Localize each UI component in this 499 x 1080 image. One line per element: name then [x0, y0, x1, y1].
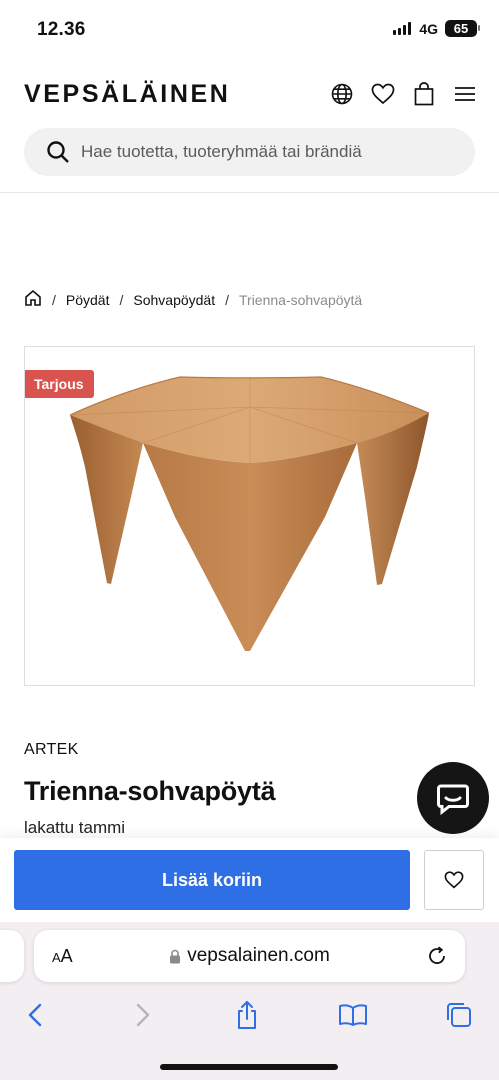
- search-input[interactable]: [81, 142, 441, 162]
- breadcrumb-item-sohvapoydat[interactable]: Sohvapöydät: [133, 292, 215, 308]
- battery-icon: 65: [445, 20, 480, 37]
- menu-icon[interactable]: [453, 82, 477, 106]
- product-variant: lakattu tammi: [24, 818, 126, 837]
- browser-nav-row: [0, 998, 499, 1032]
- forward-icon[interactable]: [126, 998, 160, 1032]
- breadcrumb-separator: /: [119, 291, 124, 308]
- home-icon[interactable]: [24, 289, 42, 310]
- chat-button[interactable]: [417, 762, 489, 834]
- header-icons: [330, 82, 477, 106]
- network-label: 4G: [419, 20, 438, 37]
- product-brand[interactable]: ARTEK: [24, 741, 79, 759]
- breadcrumb-separator: /: [225, 291, 229, 308]
- back-icon[interactable]: [18, 998, 52, 1032]
- home-indicator: [160, 1064, 338, 1070]
- status-bar: 12.36 4G 65: [0, 0, 499, 58]
- lock-icon: [170, 949, 181, 963]
- address-bar[interactable]: AA vepsalainen.com: [34, 930, 465, 982]
- reload-icon[interactable]: [425, 944, 449, 968]
- sticky-action-bar: Lisää koriin: [0, 838, 499, 922]
- status-indicators: 4G 65: [393, 20, 480, 37]
- product-photo: [69, 376, 430, 651]
- previous-tab-peek[interactable]: [0, 930, 24, 982]
- breadcrumb-separator: /: [52, 291, 56, 308]
- browser-toolbar: AA vepsalainen.com: [0, 922, 499, 1080]
- status-time: 12.36: [37, 19, 86, 40]
- search-bar[interactable]: [24, 128, 475, 176]
- share-icon[interactable]: [230, 998, 264, 1032]
- bookmarks-icon[interactable]: [336, 998, 370, 1032]
- add-to-cart-button[interactable]: Lisää koriin: [14, 850, 410, 910]
- site-header: VEPSÄLÄINEN: [0, 68, 499, 120]
- header-divider: [0, 192, 499, 193]
- tabs-icon[interactable]: [442, 998, 476, 1032]
- url-text: vepsalainen.com: [187, 945, 330, 966]
- heart-icon[interactable]: [371, 82, 395, 106]
- site-logo[interactable]: VEPSÄLÄINEN: [24, 80, 230, 109]
- breadcrumb-current: Trienna-sohvapöytä: [239, 291, 363, 308]
- search-icon: [46, 139, 72, 165]
- heart-icon: [444, 871, 464, 889]
- product-image[interactable]: Tarjous: [24, 346, 475, 686]
- sale-badge: Tarjous: [25, 370, 94, 398]
- url-display[interactable]: vepsalainen.com: [34, 945, 465, 967]
- shopping-bag-icon[interactable]: [412, 82, 436, 106]
- breadcrumb-item-poydat[interactable]: Pöydät: [66, 292, 110, 308]
- signal-icon: [393, 22, 412, 35]
- wishlist-button[interactable]: [424, 850, 484, 910]
- chat-icon: [437, 784, 469, 816]
- product-title: Trienna-sohvapöytä: [24, 776, 276, 806]
- breadcrumb: / Pöydät / Sohvapöydät / Trienna-sohvapö…: [24, 289, 362, 310]
- globe-icon[interactable]: [330, 82, 354, 106]
